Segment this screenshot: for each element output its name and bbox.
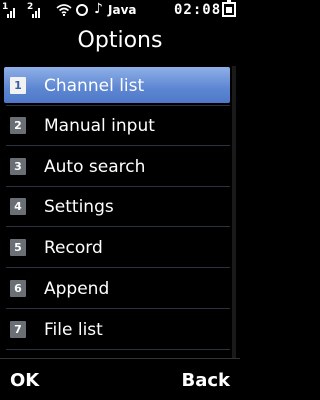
divider	[6, 226, 230, 227]
menu-item-settings[interactable]: 4 Settings	[0, 187, 240, 227]
menu-item-label: Record	[44, 238, 103, 258]
menu-item-manual-input[interactable]: 2 Manual input	[0, 106, 240, 146]
menu-item-label: Append	[44, 279, 110, 299]
item-number-badge: 4	[10, 198, 26, 215]
menu-item-label: Settings	[44, 197, 114, 217]
clock: 02:08	[174, 2, 222, 18]
menu-item-auto-search[interactable]: 3 Auto search	[0, 147, 240, 187]
menu-item-label: Channel list	[44, 76, 145, 96]
battery-icon	[222, 0, 236, 17]
wifi-icon	[56, 4, 72, 16]
divider	[6, 145, 230, 146]
menu-item-label: Manual input	[44, 116, 155, 136]
softkey-divider	[0, 358, 240, 359]
status-bar: 1 2 ♪ Java 02:08	[0, 0, 240, 22]
music-note-icon: ♪	[94, 1, 103, 17]
item-number-badge: 5	[10, 239, 26, 256]
menu-item-append[interactable]: 6 Append	[0, 269, 240, 309]
status-ring-icon	[76, 4, 88, 16]
menu-item-label: Auto search	[44, 157, 146, 177]
menu-item-record[interactable]: 5 Record	[0, 228, 240, 268]
item-number-badge: 1	[10, 77, 26, 94]
back-softkey[interactable]: Back	[181, 370, 230, 392]
item-number-badge: 6	[10, 280, 26, 297]
divider	[6, 267, 230, 268]
page-title: Options	[77, 28, 163, 53]
menu-item-file-list[interactable]: 7 File list	[0, 310, 240, 350]
item-number-badge: 7	[10, 321, 26, 338]
item-number-badge: 2	[10, 117, 26, 134]
menu-item-channel-list[interactable]: 1 Channel list	[0, 66, 240, 106]
menu-item-label: File list	[44, 320, 103, 340]
divider	[6, 349, 230, 350]
divider	[6, 308, 230, 309]
ok-softkey[interactable]: OK	[10, 370, 39, 392]
item-number-badge: 3	[10, 158, 26, 175]
scrollbar[interactable]	[232, 66, 236, 358]
java-app-label: Java	[108, 3, 137, 17]
